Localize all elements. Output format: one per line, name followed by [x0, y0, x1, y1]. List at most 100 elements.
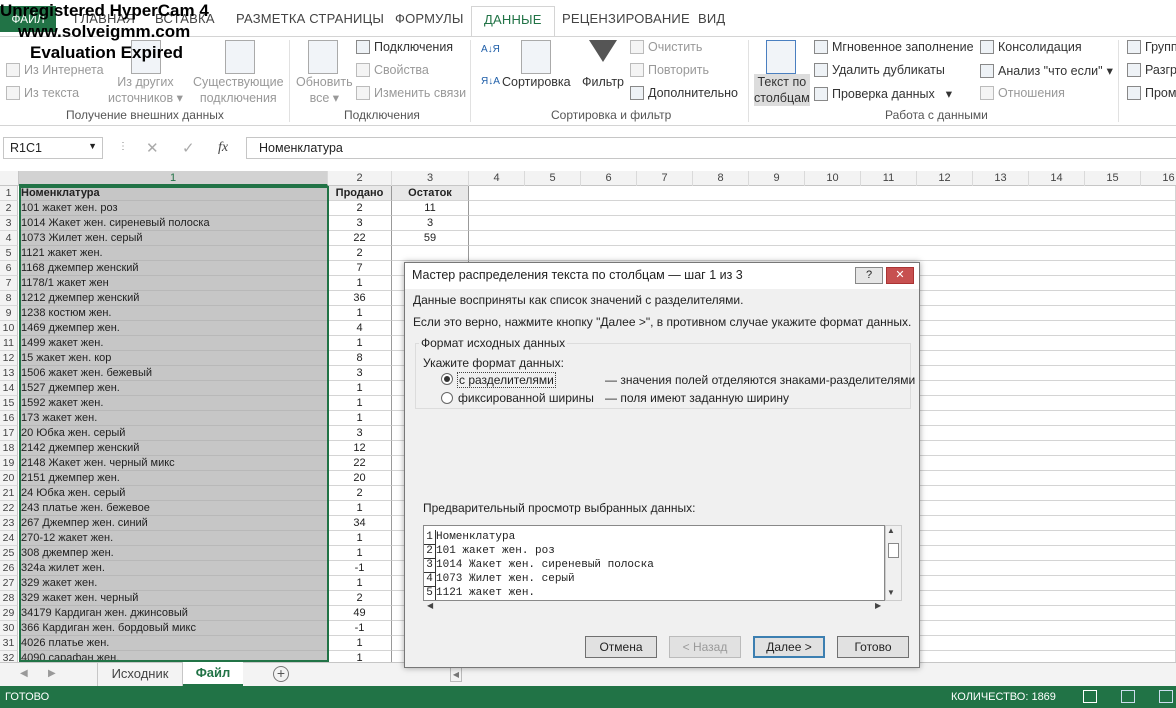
finish-button[interactable]: Готово: [837, 636, 909, 658]
table-cell[interactable]: 267 Джемпер жен. синий: [19, 516, 328, 531]
row-header[interactable]: 5: [0, 246, 18, 261]
name-box[interactable]: R1C1 ▼: [3, 137, 103, 159]
column-header[interactable]: 11: [861, 171, 917, 186]
row-header[interactable]: 8: [0, 291, 18, 306]
row-header[interactable]: 21: [0, 486, 18, 501]
sheet-scroll-left-icon[interactable]: ◀: [20, 668, 28, 679]
table-cell[interactable]: 24 Юбка жен. серый: [19, 486, 328, 501]
row-header[interactable]: 25: [0, 546, 18, 561]
table-cell[interactable]: 1: [328, 411, 392, 426]
text-to-columns-button[interactable]: Текст по столбцам: [754, 74, 810, 106]
empty-cells[interactable]: [469, 216, 1176, 231]
tab-page-layout[interactable]: РАЗМЕТКА СТРАНИЦЫ: [236, 11, 384, 26]
row-header[interactable]: 19: [0, 456, 18, 471]
fixed-width-radio[interactable]: [441, 392, 453, 404]
table-cell[interactable]: 3: [328, 366, 392, 381]
table-cell[interactable]: 20 Юбка жен. серый: [19, 426, 328, 441]
column-header[interactable]: 12: [917, 171, 973, 186]
table-cell[interactable]: 1238 костюм жен.: [19, 306, 328, 321]
table-cell[interactable]: 34179 Кардиган жен. джинсовый: [19, 606, 328, 621]
close-button[interactable]: ✕: [886, 267, 914, 284]
column-header[interactable]: 4: [469, 171, 525, 186]
reapply-button[interactable]: Повторить: [630, 63, 709, 77]
what-if-button[interactable]: Анализ "что если" ▾: [980, 63, 1113, 78]
empty-cells[interactable]: [469, 201, 1176, 216]
flash-fill-button[interactable]: Мгновенное заполнение: [814, 40, 974, 54]
row-header[interactable]: 29: [0, 606, 18, 621]
advanced-filter-button[interactable]: Дополнительно: [630, 86, 738, 100]
data-validation-button[interactable]: Проверка данных ▾: [814, 86, 952, 101]
table-cell[interactable]: 1: [328, 306, 392, 321]
ungroup-button[interactable]: Разгр: [1127, 63, 1176, 77]
sort-az-button[interactable]: А↓Я: [481, 44, 500, 55]
delimited-label[interactable]: с разделителями: [457, 372, 556, 388]
column-header[interactable]: 9: [749, 171, 805, 186]
preview-box[interactable]: 1 Номенклатура 2 101 жакет жен. роз 3 1014 Жа…: [423, 525, 885, 601]
preview-vertical-scrollbar[interactable]: ▲ ▼: [885, 525, 902, 601]
table-cell[interactable]: 1: [328, 546, 392, 561]
back-button[interactable]: < Назад: [669, 636, 741, 658]
column-header[interactable]: 2: [328, 171, 392, 186]
table-cell[interactable]: 20: [328, 471, 392, 486]
table-cell[interactable]: 1014 Жакет жен. сиреневый полоска: [19, 216, 328, 231]
row-header[interactable]: 30: [0, 621, 18, 636]
row-header[interactable]: 3: [0, 216, 18, 231]
table-cell[interactable]: 324а жилет жен.: [19, 561, 328, 576]
table-cell[interactable]: 1469 джемпер жен.: [19, 321, 328, 336]
row-header[interactable]: 18: [0, 441, 18, 456]
table-cell[interactable]: 4026 платье жен.: [19, 636, 328, 651]
cancel-button[interactable]: Отмена: [585, 636, 657, 658]
column-header[interactable]: 6: [581, 171, 637, 186]
table-cell[interactable]: 36: [328, 291, 392, 306]
table-cell[interactable]: 1592 жакет жен.: [19, 396, 328, 411]
table-cell[interactable]: 2: [328, 486, 392, 501]
table-cell[interactable]: 34: [328, 516, 392, 531]
column-header[interactable]: 5: [525, 171, 581, 186]
table-cell[interactable]: 1499 жакет жен.: [19, 336, 328, 351]
table-cell[interactable]: 1: [328, 396, 392, 411]
preview-horizontal-scrollbar[interactable]: ◀ ▶: [423, 601, 885, 615]
row-header[interactable]: 24: [0, 531, 18, 546]
row-header[interactable]: 26: [0, 561, 18, 576]
table-cell[interactable]: 329 жакет жен. черный: [19, 591, 328, 606]
row-header[interactable]: 9: [0, 306, 18, 321]
table-cell[interactable]: 2: [328, 201, 392, 216]
row-header[interactable]: 14: [0, 381, 18, 396]
consolidate-button[interactable]: Консолидация: [980, 40, 1082, 54]
column-header[interactable]: 8: [693, 171, 749, 186]
table-cell[interactable]: 7: [328, 261, 392, 276]
table-cell[interactable]: 1527 джемпер жен.: [19, 381, 328, 396]
scroll-right-icon[interactable]: ▶: [875, 601, 881, 610]
row-header[interactable]: 6: [0, 261, 18, 276]
table-cell[interactable]: 366 Кардиган жен. бордовый микс: [19, 621, 328, 636]
table-cell[interactable]: 1506 жакет жен. бежевый: [19, 366, 328, 381]
column-header[interactable]: 1: [19, 171, 328, 186]
page-layout-view-icon[interactable]: [1121, 690, 1135, 703]
table-cell[interactable]: Остаток: [392, 186, 469, 201]
insert-function-icon[interactable]: fx: [218, 140, 228, 156]
table-cell[interactable]: 1: [328, 276, 392, 291]
scroll-thumb[interactable]: [888, 543, 899, 558]
table-cell[interactable]: 4: [328, 321, 392, 336]
row-header[interactable]: 27: [0, 576, 18, 591]
tab-formulas[interactable]: ФОРМУЛЫ: [395, 11, 464, 26]
delimited-radio[interactable]: [441, 373, 453, 385]
table-cell[interactable]: 1168 джемпер женский: [19, 261, 328, 276]
hscroll-left-icon[interactable]: ◀: [450, 667, 462, 682]
table-cell[interactable]: -1: [328, 561, 392, 576]
connections-button[interactable]: Подключения: [356, 40, 453, 54]
table-cell[interactable]: 1: [328, 576, 392, 591]
column-header[interactable]: 15: [1085, 171, 1141, 186]
table-cell[interactable]: 1: [328, 501, 392, 516]
table-cell[interactable]: 2: [328, 246, 392, 261]
sort-za-button[interactable]: Я↓А: [481, 76, 500, 87]
filter-button[interactable]: Фильтр: [582, 74, 624, 90]
column-header[interactable]: 13: [973, 171, 1029, 186]
table-cell[interactable]: 3: [328, 426, 392, 441]
page-break-view-icon[interactable]: [1159, 690, 1173, 703]
row-header[interactable]: 1: [0, 186, 18, 201]
fixed-width-label[interactable]: фиксированной ширины: [458, 391, 594, 405]
column-header[interactable]: 7: [637, 171, 693, 186]
table-cell[interactable]: 2: [328, 591, 392, 606]
scroll-left-icon[interactable]: ◀: [427, 601, 433, 610]
